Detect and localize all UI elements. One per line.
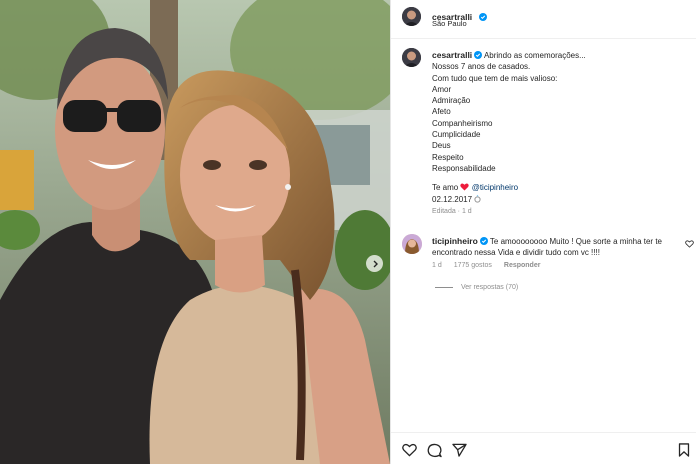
caption-line: Amor <box>432 84 452 94</box>
post-caption: cesartralli Abrindo as comemorações... N… <box>432 50 682 217</box>
red-heart-emoji-icon <box>460 183 470 191</box>
chevron-right-icon <box>373 260 378 267</box>
author-avatar[interactable] <box>402 7 421 26</box>
view-replies-label[interactable]: Ver respostas (70) <box>461 284 518 291</box>
comment: ticipinheiro Te amoooooooo Muito ! Que s… <box>432 236 682 259</box>
comment-like-heart-icon[interactable] <box>685 240 694 248</box>
couple-photo-illustration <box>0 0 390 464</box>
caption-line: Afeto <box>432 107 451 117</box>
te-amo-text: Te amo <box>432 183 459 193</box>
caption-date: 02.12.2017 <box>432 194 473 204</box>
caption-line: Com tudo que tem de mais valioso: <box>432 73 558 83</box>
post-photo[interactable] <box>0 0 390 464</box>
avatar-image <box>402 48 421 67</box>
next-photo-arrow-button[interactable] <box>366 255 383 272</box>
caption-line: Companheirismo <box>432 118 493 128</box>
post-location[interactable]: São Paulo <box>432 19 467 28</box>
comment-username[interactable]: ticipinheiro <box>432 236 478 246</box>
post-details-panel: cesartralli São Paulo cesartralli Abrind… <box>390 0 696 464</box>
caption-username[interactable]: cesartralli <box>432 50 472 60</box>
caption-te-amo-line: Te amo @ticipinheiro <box>432 182 682 193</box>
comment-likes[interactable]: 1775 gostos <box>454 262 492 269</box>
caption-date-line: 02.12.2017 <box>432 194 682 205</box>
avatar-image <box>402 7 421 26</box>
caption-line: Abrindo as comemorações... <box>483 51 586 60</box>
caption-line: Responsabilidade <box>432 163 496 173</box>
verified-badge-icon <box>474 51 483 59</box>
comment-meta: 1 d 1775 gostos Responder <box>432 262 540 269</box>
caption-line: Cumplicidade <box>432 130 481 140</box>
share-icon[interactable] <box>452 443 467 457</box>
view-replies[interactable]: Ver respostas (70) <box>435 284 518 291</box>
caption-line: Respeito <box>432 152 464 162</box>
caption-line: Nossos 7 anos de casados. <box>432 62 531 72</box>
verified-badge-icon <box>478 13 487 21</box>
comment-author-avatar[interactable] <box>402 234 422 254</box>
heart-icon[interactable] <box>402 443 417 457</box>
caption-first-line: cesartralli Abrindo as comemorações... <box>432 50 682 61</box>
ring-emoji-icon <box>474 194 481 203</box>
verified-badge-icon <box>479 237 488 245</box>
caption-line: Admiração <box>432 96 471 106</box>
mention-link[interactable]: @ticipinheiro <box>472 183 518 192</box>
bookmark-icon[interactable] <box>678 443 690 457</box>
comment-icon[interactable] <box>427 443 442 458</box>
caption-author-avatar[interactable] <box>402 48 421 67</box>
replies-divider <box>435 287 453 288</box>
comment-age: 1 d <box>432 262 442 269</box>
reply-button[interactable]: Responder <box>504 262 541 269</box>
avatar-image <box>402 234 422 254</box>
caption-edited-meta: Editada · 1 d <box>432 207 472 215</box>
post-actions-bar <box>391 432 696 465</box>
post-header: cesartralli São Paulo <box>391 0 696 39</box>
caption-line: Deus <box>432 141 451 151</box>
